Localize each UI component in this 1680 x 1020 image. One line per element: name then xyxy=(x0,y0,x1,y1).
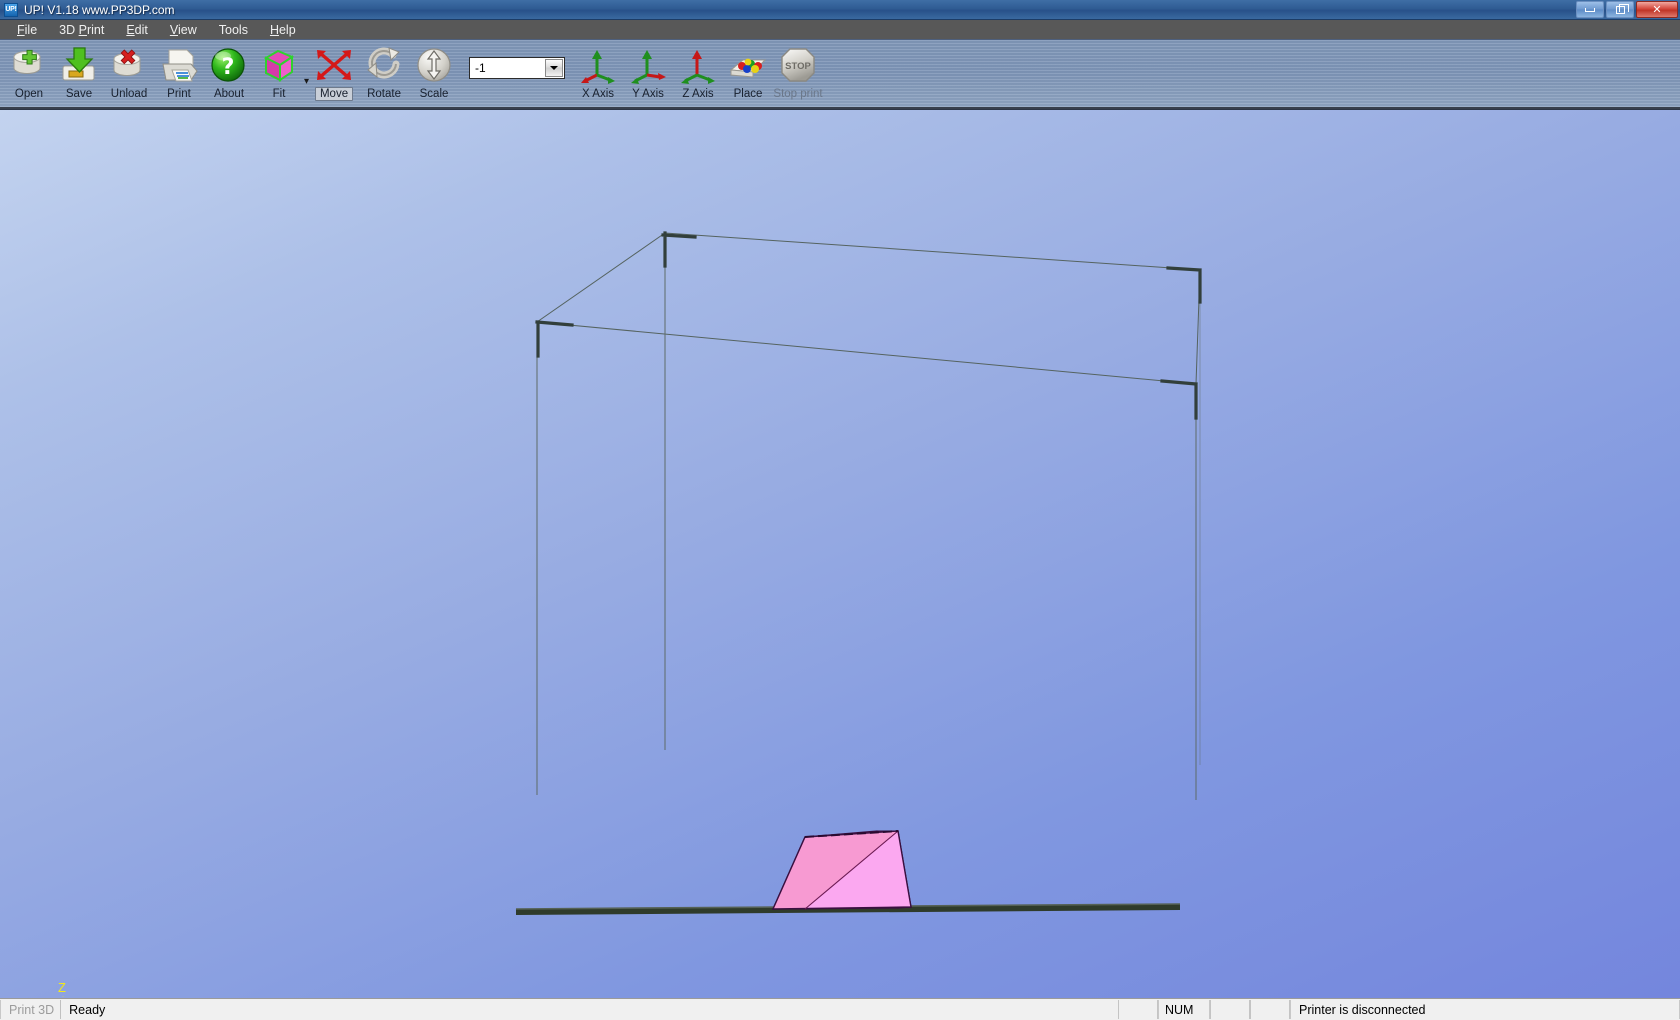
print-button[interactable]: Print xyxy=(154,40,204,108)
up-app-icon: UP! xyxy=(4,2,18,17)
status-cell-b xyxy=(1210,1000,1250,1019)
z-axis-arrow xyxy=(62,996,64,997)
open-icon xyxy=(8,43,50,87)
fit-label: Fit xyxy=(272,88,286,100)
stop-print-label: Stop print xyxy=(773,88,823,100)
rotate-icon xyxy=(363,43,405,87)
x-axis-label: X Axis xyxy=(582,88,615,100)
restore-button[interactable] xyxy=(1606,1,1634,18)
wireframe-corner-markers xyxy=(535,231,1202,420)
z-axis-label: Z Axis xyxy=(682,88,714,100)
status-printer-message: Printer is disconnected xyxy=(1290,1000,1680,1019)
about-icon: ? xyxy=(208,43,250,87)
trapezoid-prism-model[interactable] xyxy=(771,830,912,910)
menu-help[interactable]: Help xyxy=(259,22,307,38)
print-label: Print xyxy=(167,88,191,100)
value-combobox-value: -1 xyxy=(475,61,486,75)
status-spacer xyxy=(110,999,1118,1020)
minimize-button[interactable] xyxy=(1576,1,1604,18)
up-3d-printing-app-window: UP! UP! V1.18 www.PP3DP.com ✕ File 3D Pr… xyxy=(0,0,1680,1020)
place-label: Place xyxy=(733,88,763,100)
menu-edit[interactable]: Edit xyxy=(115,22,159,38)
unload-icon xyxy=(108,43,150,87)
svg-text:STOP: STOP xyxy=(785,61,811,72)
fit-button[interactable]: Fit xyxy=(254,40,304,108)
status-print3d[interactable]: Print 3D xyxy=(0,1000,62,1019)
main-toolbar: Open Save Unload Print ? About Fit ▾ Mov… xyxy=(0,39,1680,109)
value-combobox[interactable]: -1 xyxy=(469,57,566,79)
status-cell-a xyxy=(1118,1000,1158,1019)
y-axis-button[interactable]: Y Axis xyxy=(623,40,673,108)
rotate-label: Rotate xyxy=(367,88,401,100)
window-title: UP! V1.18 www.PP3DP.com xyxy=(24,2,175,17)
z-axis-gizmo-label: Z xyxy=(58,980,66,995)
open-label: Open xyxy=(14,88,44,100)
restore-icon xyxy=(1615,3,1629,14)
z-axis-icon xyxy=(676,43,720,87)
scale-icon xyxy=(413,43,455,87)
x-axis-button[interactable]: X Axis xyxy=(573,40,623,108)
minimize-icon xyxy=(1585,7,1595,12)
y-axis-label: Y Axis xyxy=(632,88,664,100)
unload-label: Unload xyxy=(110,88,148,100)
z-axis-button[interactable]: Z Axis xyxy=(673,40,723,108)
move-label: Move xyxy=(314,87,354,101)
move-button[interactable]: Move xyxy=(309,40,359,108)
unload-button[interactable]: Unload xyxy=(104,40,154,108)
menu-view[interactable]: View xyxy=(159,22,208,38)
window-controls: ✕ xyxy=(1576,1,1678,18)
chevron-down-icon[interactable] xyxy=(545,59,564,77)
title-bar: UP! UP! V1.18 www.PP3DP.com ✕ xyxy=(0,0,1680,20)
stop-print-icon: STOP xyxy=(777,43,819,87)
place-button[interactable]: Place xyxy=(723,40,773,108)
place-icon xyxy=(727,43,769,87)
status-ready: Ready xyxy=(69,1002,106,1017)
3d-viewport[interactable]: Z X Y xyxy=(0,109,1680,998)
save-icon xyxy=(58,43,100,87)
build-platform-wireframe xyxy=(535,232,1201,800)
stop-print-button[interactable]: STOP Stop print xyxy=(773,40,823,108)
about-button[interactable]: ? About xyxy=(204,40,254,108)
save-button[interactable]: Save xyxy=(54,40,104,108)
menu-3d-print[interactable]: 3D Print xyxy=(48,22,115,38)
y-axis-icon xyxy=(626,43,670,87)
status-cell-c xyxy=(1250,1000,1290,1019)
status-num-indicator: NUM xyxy=(1158,1000,1210,1019)
print-icon xyxy=(158,43,200,87)
move-icon xyxy=(311,43,357,87)
rotate-button[interactable]: Rotate xyxy=(359,40,409,108)
menu-file[interactable]: File xyxy=(6,22,48,38)
axis-gizmo: Z X Y xyxy=(58,980,66,997)
save-label: Save xyxy=(65,88,93,100)
x-axis-icon xyxy=(576,43,620,87)
menu-tools[interactable]: Tools xyxy=(208,22,259,38)
fit-icon xyxy=(258,43,300,87)
about-label: About xyxy=(213,88,245,100)
viewport-scene: Z X Y xyxy=(58,231,1202,997)
close-button[interactable]: ✕ xyxy=(1636,1,1678,18)
scale-label: Scale xyxy=(419,88,449,100)
menu-bar: File 3D Print Edit View Tools Help xyxy=(0,20,1680,39)
scale-button[interactable]: Scale xyxy=(409,40,459,108)
open-button[interactable]: Open xyxy=(4,40,54,108)
svg-text:?: ? xyxy=(222,55,235,80)
status-bar: Print 3D Ready NUM Printer is disconnect… xyxy=(0,998,1680,1020)
close-icon: ✕ xyxy=(1652,3,1662,16)
